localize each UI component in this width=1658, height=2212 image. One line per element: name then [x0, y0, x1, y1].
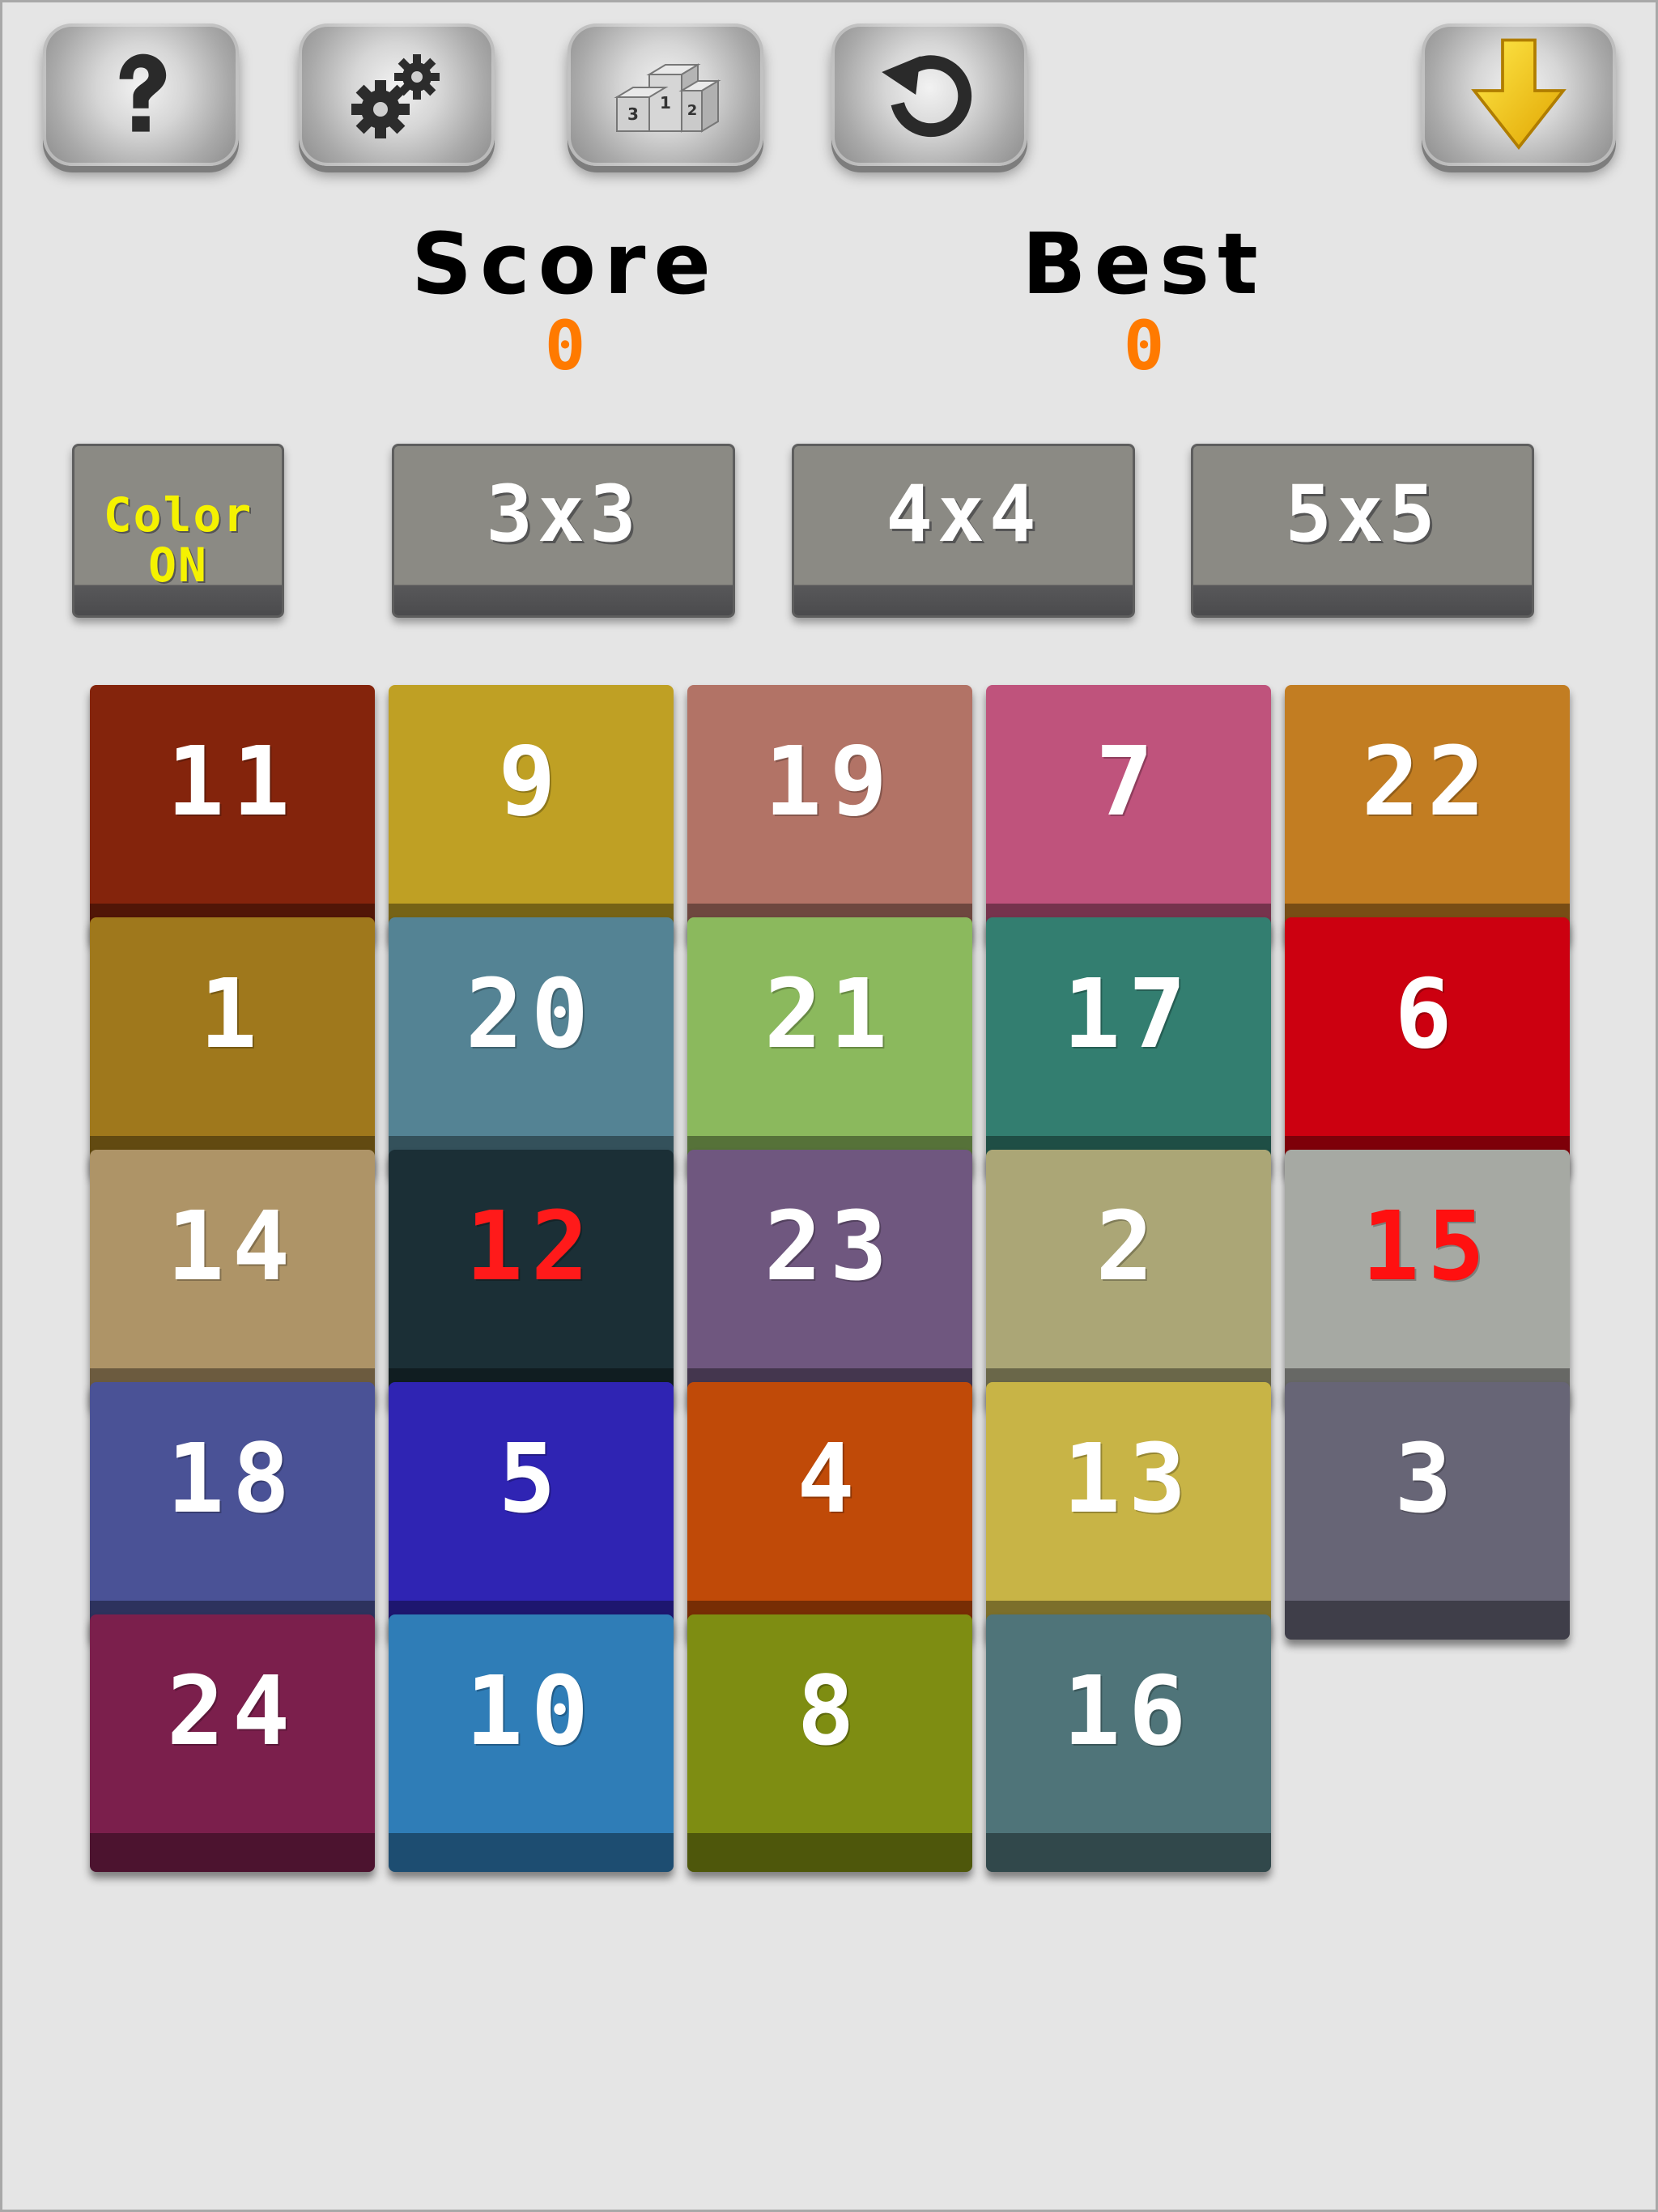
tile-number: 4 — [797, 1423, 863, 1534]
tile[interactable]: 3 — [1285, 1382, 1570, 1640]
score-value: 0 — [544, 306, 586, 385]
tile-number: 2 — [1095, 1190, 1162, 1302]
color-toggle-label: Color — [103, 487, 253, 542]
gears-icon — [351, 54, 440, 138]
game-board: 11 9 19 7 22 1 20 21 17 6 14 12 23 2 15 18 5 4 13 3 24 10 8 16 — [90, 685, 1571, 1883]
tile[interactable]: 12 — [389, 1150, 674, 1407]
game-screen: 1 3 2 Score 0 Best 0 Color ON 3x3 4x4 5x… — [0, 0, 1658, 2212]
tile-number: 3 — [1394, 1423, 1460, 1534]
color-toggle-state: ON — [148, 537, 208, 593]
tile-number: 1 — [199, 958, 266, 1070]
tile-number: 19 — [763, 725, 896, 837]
settings-button[interactable] — [299, 23, 495, 166]
tile[interactable]: 1 — [90, 917, 375, 1175]
tile[interactable]: 4 — [687, 1382, 972, 1640]
tile[interactable]: 10 — [389, 1614, 674, 1872]
restart-button[interactable] — [831, 23, 1027, 166]
best-label: Best — [1022, 215, 1266, 313]
tile-number: 13 — [1062, 1423, 1195, 1534]
svg-text:2: 2 — [687, 102, 698, 119]
best-value: 0 — [1123, 306, 1165, 385]
size-5x5-label: 5x5 — [1285, 469, 1440, 559]
tile-number: 8 — [797, 1655, 863, 1767]
tile[interactable]: 23 — [687, 1150, 972, 1407]
score-label: Score — [411, 215, 719, 313]
tile[interactable]: 7 — [986, 685, 1271, 942]
tile-number: 15 — [1361, 1190, 1494, 1302]
tile-number: 6 — [1394, 958, 1460, 1070]
tile[interactable]: 22 — [1285, 685, 1570, 942]
svg-text:1: 1 — [660, 93, 671, 113]
tile[interactable]: 17 — [986, 917, 1271, 1175]
tile[interactable]: 11 — [90, 685, 375, 942]
tile[interactable]: 24 — [90, 1614, 375, 1872]
tile-number: 17 — [1062, 958, 1195, 1070]
tile[interactable]: 18 — [90, 1382, 375, 1640]
download-button[interactable] — [1422, 23, 1616, 166]
tile-number: 11 — [166, 725, 299, 837]
tile[interactable]: 13 — [986, 1382, 1271, 1640]
tile-number: 10 — [465, 1655, 597, 1767]
tile-number: 5 — [498, 1423, 564, 1534]
tile[interactable]: 2 — [986, 1150, 1271, 1407]
question-mark-icon — [119, 53, 167, 132]
size-3x3-label: 3x3 — [486, 469, 641, 559]
size-3x3-button[interactable]: 3x3 — [392, 444, 735, 618]
tile-number: 14 — [166, 1190, 299, 1302]
tile-number: 9 — [498, 725, 564, 837]
tile[interactable]: 21 — [687, 917, 972, 1175]
tile[interactable]: 20 — [389, 917, 674, 1175]
tile-number: 24 — [166, 1655, 299, 1767]
tile-number: 7 — [1095, 725, 1162, 837]
tile[interactable]: 15 — [1285, 1150, 1570, 1407]
tile-number: 12 — [465, 1190, 597, 1302]
leaderboard-button[interactable]: 1 3 2 — [568, 23, 763, 166]
size-5x5-button[interactable]: 5x5 — [1191, 444, 1534, 618]
color-toggle-button[interactable]: Color ON — [72, 444, 284, 618]
restart-arrow-icon — [882, 55, 972, 138]
tile-number: 20 — [465, 958, 597, 1070]
size-4x4-label: 4x4 — [886, 469, 1041, 559]
help-button[interactable] — [43, 23, 239, 166]
down-arrow-icon — [1471, 38, 1567, 151]
tile-number: 23 — [763, 1190, 896, 1302]
tile[interactable]: 5 — [389, 1382, 674, 1640]
size-4x4-button[interactable]: 4x4 — [792, 444, 1135, 618]
tile[interactable]: 6 — [1285, 917, 1570, 1175]
tile[interactable]: 16 — [986, 1614, 1271, 1872]
tile[interactable]: 8 — [687, 1614, 972, 1872]
tile[interactable]: 9 — [389, 685, 674, 942]
tile-number: 22 — [1361, 725, 1494, 837]
svg-text:3: 3 — [627, 104, 639, 124]
tile-number: 18 — [166, 1423, 299, 1534]
tile-number: 21 — [763, 958, 896, 1070]
tile[interactable]: 19 — [687, 685, 972, 942]
podium-icon: 1 3 2 — [614, 63, 721, 133]
tile[interactable]: 14 — [90, 1150, 375, 1407]
tile-number: 16 — [1062, 1655, 1195, 1767]
